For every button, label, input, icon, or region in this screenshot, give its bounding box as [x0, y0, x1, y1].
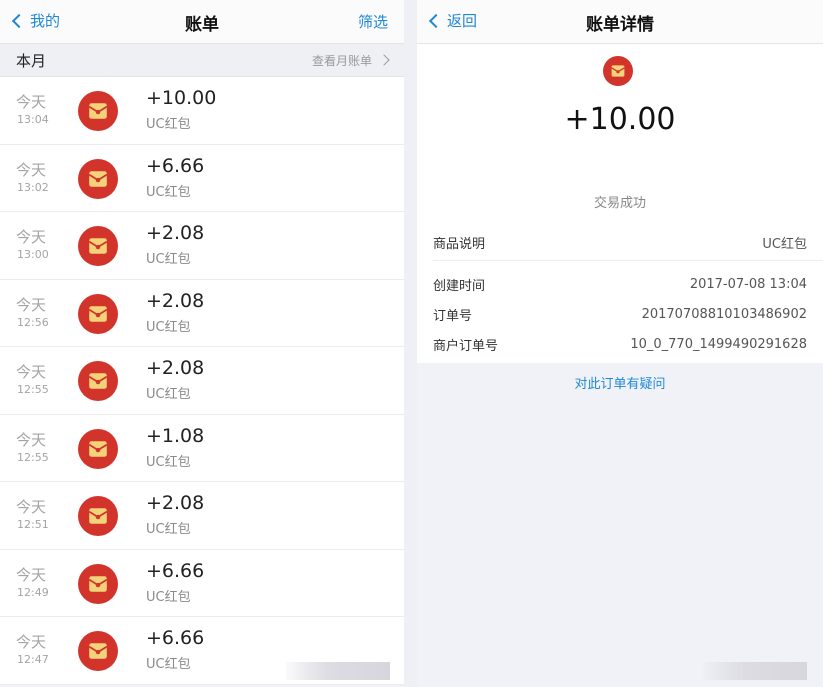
- product-description-row: 商品说明 UC红包: [417, 224, 823, 260]
- bill-amount: +2.08: [146, 289, 205, 312]
- detail-field-value: 2017-07-08 13:04: [689, 276, 807, 292]
- transaction-amount: +10.00: [564, 102, 676, 137]
- detail-field-row: 创建时间 2017-07-08 13:04: [417, 269, 823, 299]
- back-label: 我的: [30, 12, 61, 30]
- page-title: 账单详情: [586, 15, 654, 35]
- bill-amount: +1.08: [146, 424, 205, 447]
- red-packet-icon: [78, 293, 118, 334]
- transaction-status: 交易成功: [593, 196, 646, 211]
- bill-time: 12:51: [17, 518, 49, 531]
- bill-day: 今天: [16, 228, 47, 246]
- bill-time: 13:04: [17, 113, 49, 126]
- red-packet-icon: [78, 428, 118, 469]
- red-packet-icon: [78, 158, 118, 199]
- bill-amount: +2.08: [146, 492, 205, 514]
- bill-day: 今天: [16, 430, 47, 449]
- bill-row[interactable]: 今天 12:55 +1.08 UC红包: [0, 414, 404, 482]
- blurred-watermark: [286, 662, 390, 680]
- navigation-bar: 我的 账单 筛选: [0, 0, 404, 44]
- transaction-summary: +10.00 交易成功: [417, 44, 823, 224]
- bill-time: 13:02: [17, 180, 49, 194]
- bill-day: 今天: [16, 633, 47, 651]
- bill-row[interactable]: 今天 13:02 +6.66 UC红包: [0, 144, 404, 212]
- chevron-left-icon: [11, 13, 27, 29]
- bill-amount: +2.08: [146, 222, 205, 244]
- bill-description: UC红包: [146, 387, 191, 402]
- bill-day: 今天: [16, 363, 47, 381]
- bill-time: 12:56: [17, 315, 49, 329]
- detail-field-label: 创建时间: [433, 278, 486, 294]
- bill-description: UC红包: [146, 657, 191, 672]
- back-button[interactable]: 我的: [11, 10, 61, 31]
- detail-field-row: 商户订单号 10_0_770_1499490291628: [417, 329, 823, 359]
- detail-field-row: 订单号 20170708810103486902: [417, 299, 823, 329]
- red-packet-icon: [78, 563, 118, 604]
- bill-amount: +6.66: [146, 559, 205, 582]
- bill-time: 13:00: [17, 248, 49, 261]
- detail-field-label: 商户订单号: [433, 338, 499, 354]
- back-label: 返回: [447, 12, 478, 30]
- bill-day: 今天: [16, 160, 47, 179]
- bill-description: UC红包: [146, 319, 191, 335]
- bill-day: 今天: [16, 93, 47, 111]
- bill-amount: +2.08: [146, 357, 205, 379]
- page-title: 账单: [185, 15, 219, 35]
- filter-button[interactable]: 筛选: [358, 11, 388, 32]
- view-monthly-bill-link[interactable]: 查看月账单: [311, 52, 390, 69]
- month-label: 本月: [16, 51, 47, 70]
- bill-description: UC红包: [146, 522, 191, 537]
- red-packet-icon: [603, 56, 633, 86]
- bill-amount: +10.00: [146, 87, 217, 109]
- detail-field-label: 订单号: [433, 308, 473, 324]
- red-packet-icon: [78, 91, 118, 131]
- bill-amount: +6.66: [146, 154, 205, 177]
- red-packet-icon: [78, 496, 118, 536]
- bill-time: 12:55: [17, 383, 49, 396]
- bill-description: UC红包: [146, 184, 191, 200]
- chevron-right-icon: [378, 54, 390, 66]
- bill-day: 今天: [16, 565, 47, 584]
- product-description-value: UC红包: [762, 236, 807, 252]
- bill-description: UC红包: [146, 454, 191, 470]
- bill-row[interactable]: 今天 13:00 +2.08 UC红包: [0, 212, 404, 280]
- red-packet-icon: [78, 226, 118, 266]
- product-description-label: 商品说明: [433, 236, 486, 252]
- bill-description: UC红包: [146, 589, 191, 605]
- bill-time: 12:55: [17, 450, 49, 464]
- bill-row[interactable]: 今天 12:51 +2.08 UC红包: [0, 482, 404, 550]
- chevron-left-icon: [428, 13, 444, 29]
- bill-day: 今天: [16, 295, 47, 314]
- bill-row[interactable]: 今天 13:04 +10.00 UC红包: [0, 77, 404, 145]
- bill-list: 今天 13:04 +10.00 UC红包 今天 13:02 +6.66 UC红包 今天 13:00…: [0, 77, 404, 685]
- view-monthly-bill-label: 查看月账单: [311, 53, 372, 68]
- detail-field-value: 10_0_770_1499490291628: [630, 336, 807, 352]
- detail-field-value: 20170708810103486902: [641, 306, 807, 322]
- back-button[interactable]: 返回: [428, 10, 478, 31]
- bill-day: 今天: [16, 498, 47, 516]
- bill-time: 12:49: [17, 585, 49, 599]
- bill-amount: +6.66: [146, 627, 205, 649]
- bill-row[interactable]: 今天 12:56 +2.08 UC红包: [0, 279, 404, 347]
- red-packet-icon: [78, 361, 118, 401]
- month-section-header: 本月 查看月账单: [0, 44, 404, 77]
- bill-time: 12:47: [17, 653, 49, 666]
- bill-row[interactable]: 今天 12:49 +6.66 UC红包: [0, 549, 404, 617]
- bill-description: UC红包: [146, 252, 191, 267]
- bill-description: UC红包: [146, 117, 191, 132]
- blurred-watermark: [703, 662, 807, 680]
- bill-list-screen: 我的 账单 筛选 本月 查看月账单 今天 13:04 +10.00 UC红包 今天 13:…: [0, 0, 404, 687]
- bill-detail-screen: 返回 账单详情 +10.00 交易成功 商品说明 UC红包 创建时间 2017-0…: [417, 0, 823, 687]
- red-packet-icon: [78, 631, 118, 671]
- navigation-bar: 返回 账单详情: [417, 0, 823, 44]
- detail-fields: 商品说明 UC红包 创建时间 2017-07-08 13:04 订单号 2017070…: [417, 224, 823, 363]
- bill-row[interactable]: 今天 12:55 +2.08 UC红包: [0, 347, 404, 415]
- order-question-link[interactable]: 对此订单有疑问: [417, 373, 823, 392]
